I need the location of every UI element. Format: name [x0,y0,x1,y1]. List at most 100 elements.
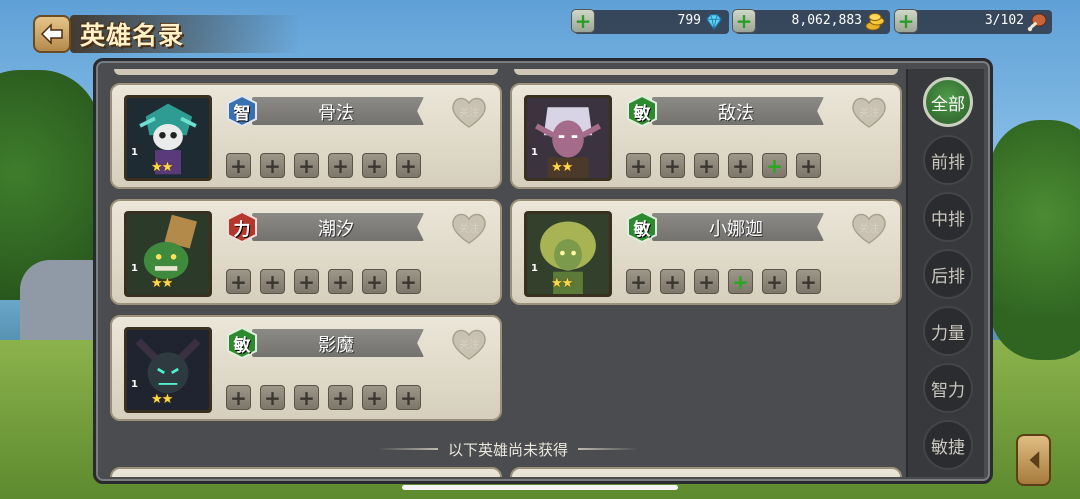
equipment-slots: + + + + + + [226,153,421,178]
hero-name: 影魔 [318,335,354,356]
divider-ornament-left [378,448,438,450]
equip-slot[interactable]: + [362,153,387,178]
diamond-icon [703,11,725,33]
hero-card-naga[interactable]: 1 ★★ 敏 小娜迦 关注 + + + + + + [510,199,902,305]
equip-slot[interactable]: + [396,269,421,294]
collapse-panel-button[interactable] [1016,434,1051,486]
shadow-demon-portrait: 1 ★★ [124,327,212,413]
equip-slot[interactable]: + [226,269,251,294]
gold-resource: + 8,062,883 [732,9,890,34]
equip-slot[interactable]: + [396,153,421,178]
stamina-resource: + 3/102 [894,9,1052,34]
equip-slot[interactable]: + [694,269,719,294]
filter-strength-button[interactable]: 力量 [923,306,973,356]
gold-coins-icon [864,11,886,33]
equip-slot[interactable]: + [226,385,251,410]
equip-slot[interactable]: + [328,385,353,410]
equipment-slots: + + + + + + [626,269,821,294]
equip-slot[interactable]: + [694,153,719,178]
sea-creature-portrait: 1 ★★ [124,211,212,297]
gold-count: 8,062,883 [791,13,862,28]
hero-level: 1 [531,147,538,158]
unobtained-divider: 以下英雄尚未获得 [378,439,638,459]
equip-slot[interactable]: + [260,269,285,294]
meat-drumstick-icon [1026,11,1048,33]
follow-heart-button[interactable]: 关注 [450,95,488,129]
follow-heart-button[interactable]: 关注 [850,211,888,245]
equip-slot-available[interactable]: + [728,269,753,294]
hero-card-locked[interactable] [510,467,902,477]
equip-slot-available[interactable]: + [762,153,787,178]
diamond-count: 799 [677,13,701,28]
back-button[interactable] [33,15,71,53]
equip-slot[interactable]: + [762,269,787,294]
filter-middle-row-button[interactable]: 中排 [923,192,973,242]
star-rating: ★★ [151,392,173,407]
background-tree-right [990,120,1080,360]
skeleton-mage-portrait: 1 ★★ [124,95,212,181]
follow-heart-button[interactable]: 关注 [450,327,488,361]
equip-slot[interactable]: + [660,269,685,294]
equip-slot[interactable]: + [396,385,421,410]
equip-slot[interactable]: + [294,385,319,410]
equip-slot[interactable]: + [362,385,387,410]
hero-list[interactable]: 1 ★★ 智 骨法 关注 + + + + + + 1 ★★ 敏 敌法 关注 + … [108,69,908,477]
hero-level: 1 [131,147,138,158]
equip-slot[interactable]: + [294,269,319,294]
hero-roster-panel: 1 ★★ 智 骨法 关注 + + + + + + 1 ★★ 敏 敌法 关注 + … [93,58,993,484]
equip-slot[interactable]: + [728,153,753,178]
hero-card-bone-mage[interactable]: 1 ★★ 智 骨法 关注 + + + + + + [110,83,502,189]
hero-name: 敌法 [718,103,754,124]
filter-back-row-button[interactable]: 后排 [923,249,973,299]
star-rating: ★★ [551,160,573,175]
stamina-count: 3/102 [984,13,1024,28]
follow-heart-button[interactable]: 关注 [450,211,488,245]
equip-slot[interactable]: + [796,269,821,294]
star-rating: ★★ [151,276,173,291]
hero-card-locked[interactable] [110,467,502,477]
card-edge-top-left [114,69,498,75]
equip-slot[interactable]: + [362,269,387,294]
home-indicator[interactable] [402,485,678,490]
equip-slot[interactable]: + [294,153,319,178]
equipment-slots: + + + + + + [226,269,421,294]
hero-name: 骨法 [318,103,354,124]
card-edge-top-right [514,69,898,75]
diamond-resource: + 799 [571,9,729,34]
add-stamina-button[interactable]: + [894,9,918,33]
unobtained-label: 以下英雄尚未获得 [448,440,569,459]
equip-slot[interactable]: + [626,269,651,294]
equipment-slots: + + + + + + [226,385,421,410]
equip-slot[interactable]: + [260,385,285,410]
elf-warrior-portrait: 1 ★★ [524,95,612,181]
divider-ornament-right [578,448,638,450]
equip-slot[interactable]: + [796,153,821,178]
equip-slot[interactable]: + [328,153,353,178]
filter-intelligence-button[interactable]: 智力 [923,363,973,413]
hero-card-anti-mage[interactable]: 1 ★★ 敏 敌法 关注 + + + + + + [510,83,902,189]
hero-level: 1 [531,263,538,274]
add-diamond-button[interactable]: + [571,9,595,33]
filter-agility-button[interactable]: 敏捷 [923,420,973,470]
equip-slot[interactable]: + [660,153,685,178]
filter-front-row-button[interactable]: 前排 [923,135,973,185]
hero-name: 小娜迦 [709,219,763,240]
page-title: 英雄名录 [80,21,185,50]
equip-slot[interactable]: + [328,269,353,294]
hero-level: 1 [131,379,138,390]
back-arrow-icon [40,23,63,45]
follow-heart-button[interactable]: 关注 [850,95,888,129]
equip-slot[interactable]: + [260,153,285,178]
equip-slot[interactable]: + [226,153,251,178]
hero-name: 潮汐 [318,219,354,240]
hero-card-tidehunter[interactable]: 1 ★★ 力 潮汐 关注 + + + + + + [110,199,502,305]
hero-card-shadow-fiend[interactable]: 1 ★★ 敏 影魔 关注 + + + + + + [110,315,502,421]
filter-all-button[interactable]: 全部 [923,77,973,127]
equip-slot[interactable]: + [626,153,651,178]
chevron-left-icon [1029,451,1039,469]
star-rating: ★★ [151,160,173,175]
add-gold-button[interactable]: + [732,9,756,33]
filter-sidebar: 全部 前排 中排 后排 力量 智力 敏捷 [906,69,984,477]
star-rating: ★★ [551,276,573,291]
naga-portrait: 1 ★★ [524,211,612,297]
